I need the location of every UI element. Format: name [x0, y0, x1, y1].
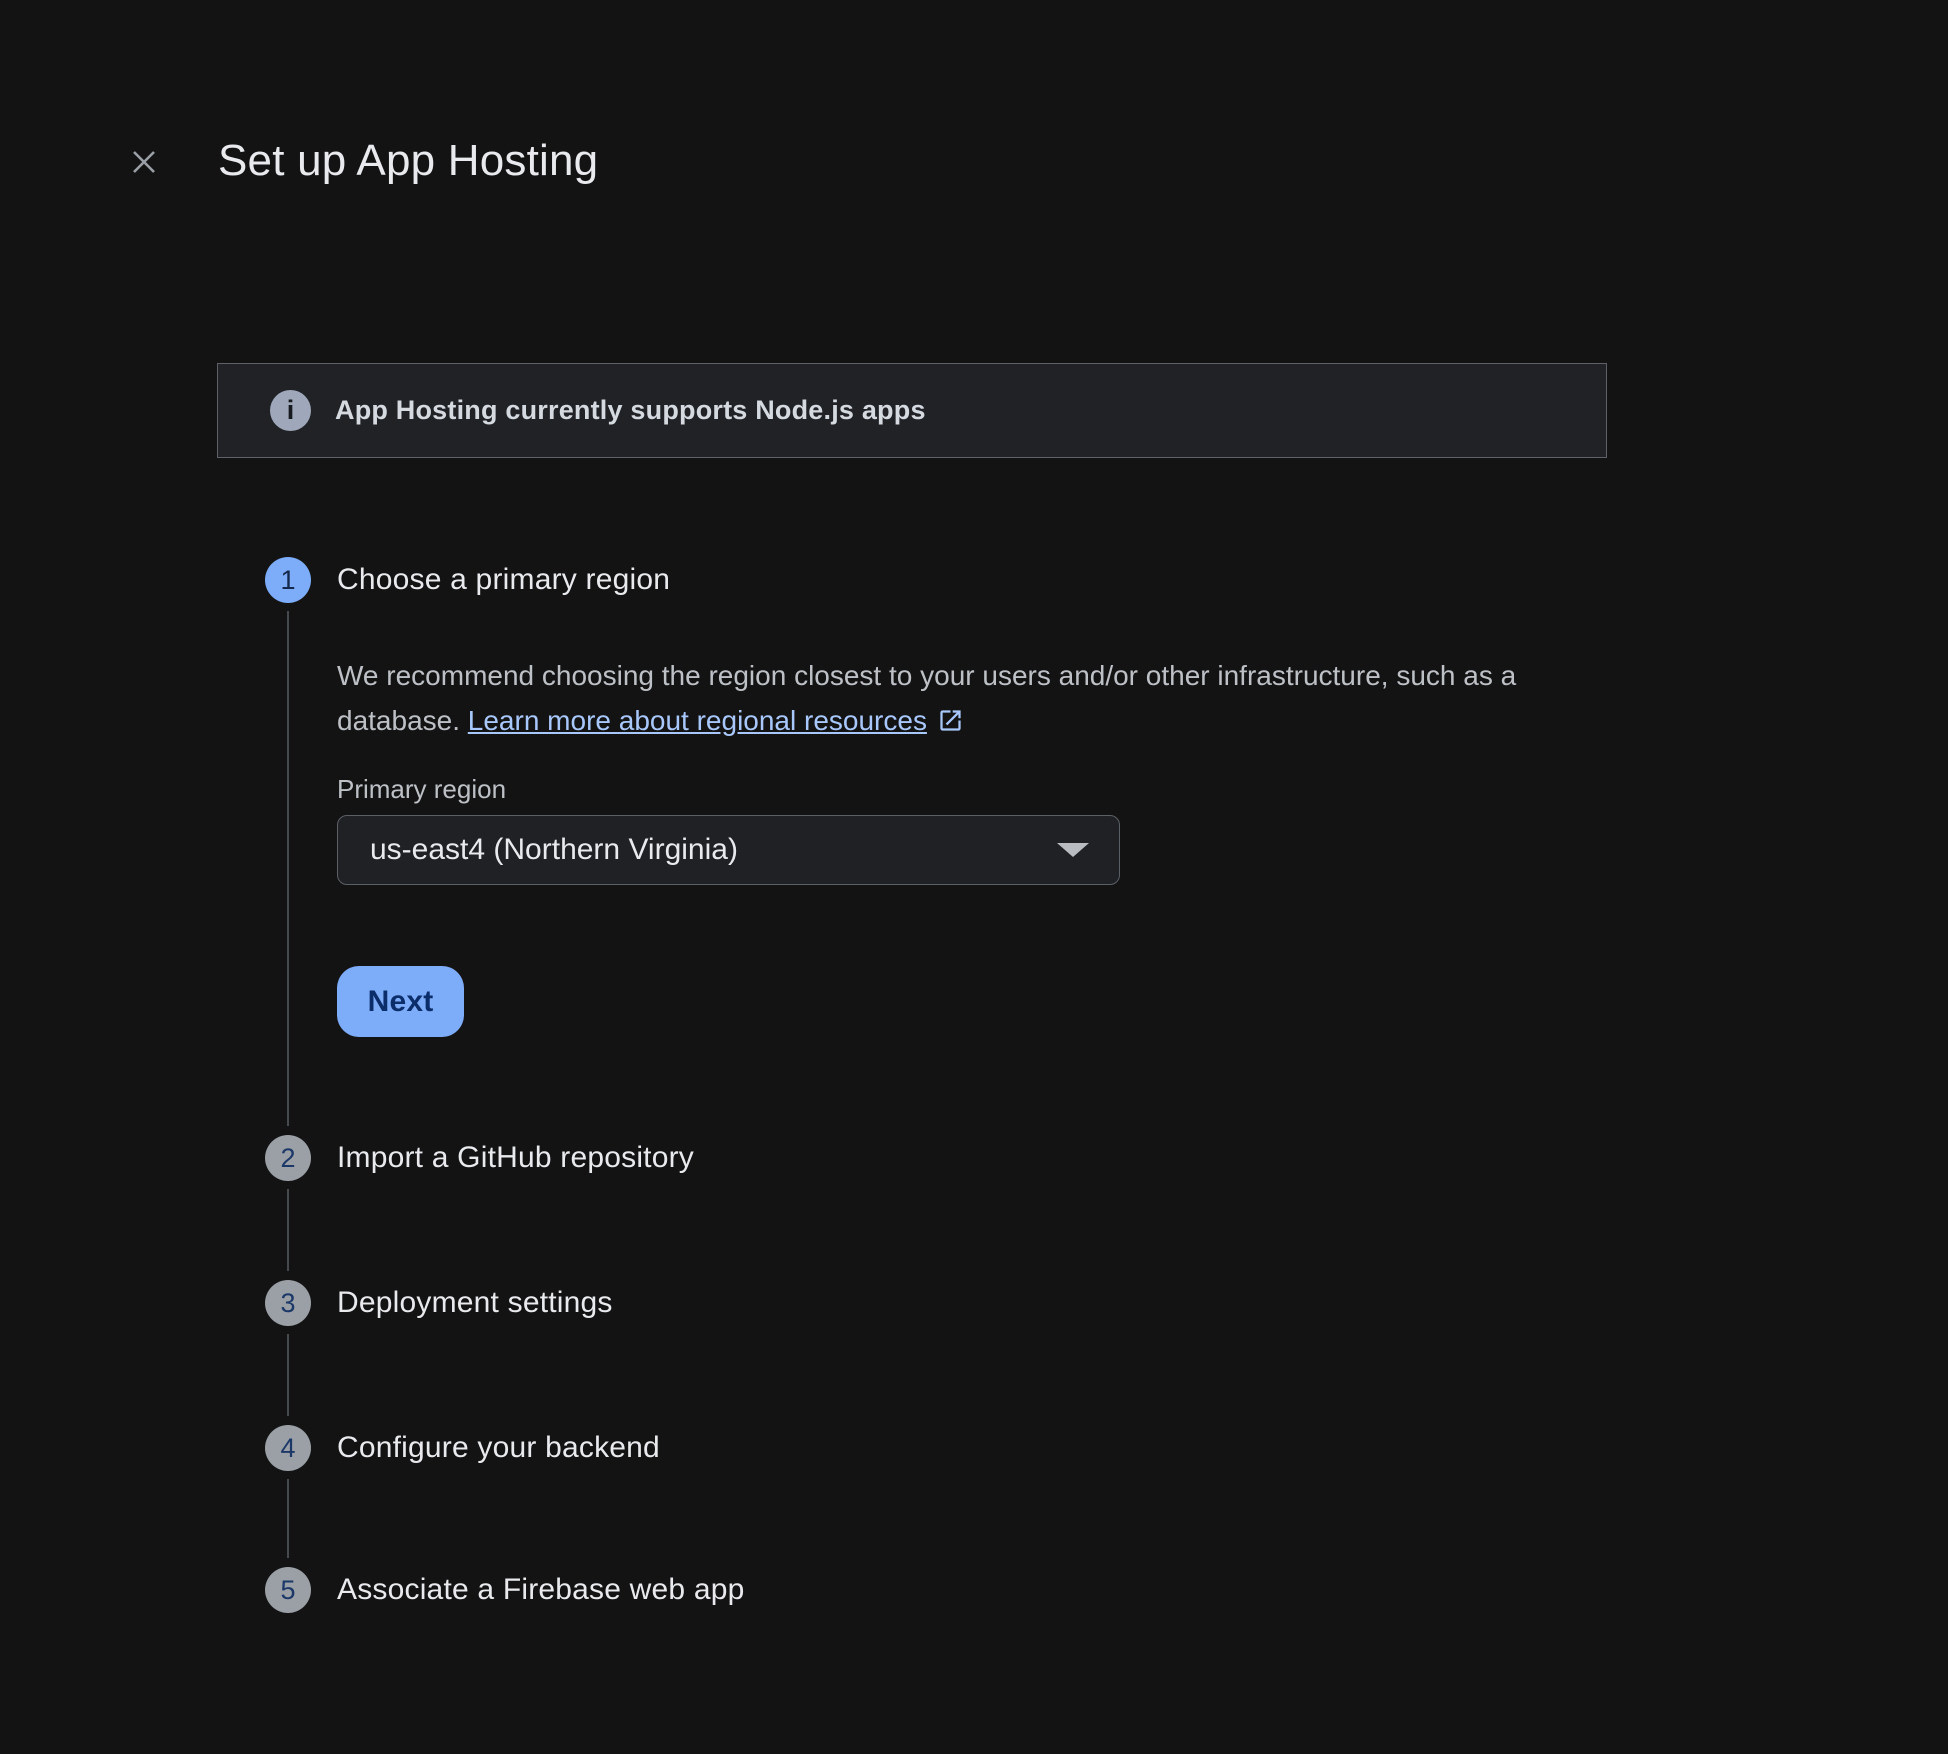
description-line-1: We recommend choosing the region closest…	[337, 653, 1637, 698]
step-4-title: Configure your backend	[337, 1425, 660, 1471]
primary-region-label: Primary region	[337, 774, 506, 805]
close-icon	[127, 145, 161, 179]
open-in-new-icon	[937, 702, 964, 747]
stepper-connector-2	[287, 1189, 289, 1271]
primary-region-select[interactable]: us-east4 (Northern Virginia)	[337, 815, 1120, 885]
stepper-connector-4	[287, 1479, 289, 1558]
page-title: Set up App Hosting	[218, 132, 598, 190]
step-4-circle: 4	[265, 1425, 311, 1471]
step-1-circle: 1	[265, 557, 311, 603]
stepper-connector-3	[287, 1334, 289, 1416]
description-line-2: database.	[337, 705, 468, 736]
step-1-title: Choose a primary region	[337, 557, 670, 603]
stepper-connector-1	[287, 611, 289, 1126]
step-2-title: Import a GitHub repository	[337, 1135, 694, 1181]
step-3-circle: 3	[265, 1280, 311, 1326]
primary-region-value: us-east4 (Northern Virginia)	[370, 833, 1057, 867]
next-button[interactable]: Next	[337, 966, 464, 1037]
step-1-description: We recommend choosing the region closest…	[337, 653, 1637, 747]
step-3-title: Deployment settings	[337, 1280, 613, 1326]
info-icon: i	[270, 390, 311, 431]
info-banner-text: App Hosting currently supports Node.js a…	[335, 395, 926, 426]
step-5-circle: 5	[265, 1567, 311, 1613]
dropdown-arrow-icon	[1057, 843, 1089, 857]
info-banner: i App Hosting currently supports Node.js…	[217, 363, 1607, 458]
step-5-title: Associate a Firebase web app	[337, 1567, 745, 1613]
learn-more-link[interactable]: Learn more about regional resources	[468, 705, 927, 736]
close-button[interactable]	[118, 136, 170, 188]
setup-app-hosting-page: Set up App Hosting i App Hosting current…	[0, 0, 1948, 1754]
step-2-circle: 2	[265, 1135, 311, 1181]
